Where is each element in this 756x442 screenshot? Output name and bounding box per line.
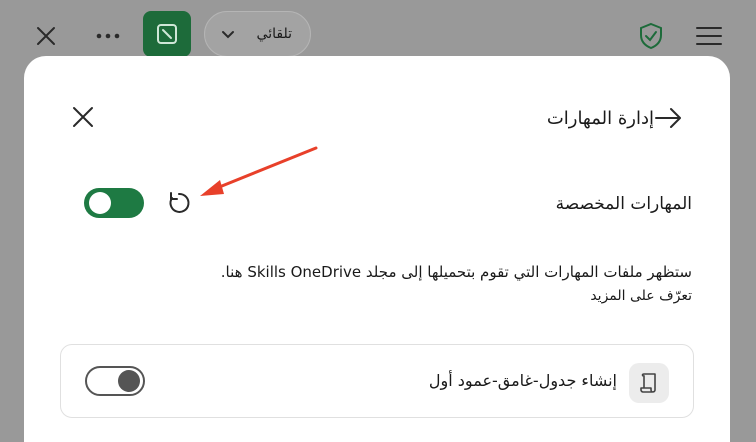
top-bar: تلقائي [0, 0, 756, 60]
skills-panel: إدارة المهارات المهارات المخصصة ستظهر مل… [24, 56, 730, 442]
mode-label: تلقائي [256, 26, 292, 42]
more-options-icon[interactable] [92, 20, 124, 52]
skills-description: ستظهر ملفات المهارات التي تقوم بتحميلها … [220, 263, 692, 281]
panel-title: إدارة المهارات [546, 108, 654, 129]
toggle-knob [89, 192, 111, 214]
edit-button[interactable] [143, 11, 191, 57]
edit-icon [157, 24, 177, 44]
chevron-down-icon [222, 31, 234, 39]
close-icon[interactable] [30, 20, 62, 52]
refresh-icon[interactable] [166, 190, 194, 218]
close-icon[interactable] [70, 104, 98, 132]
custom-skills-label: المهارات المخصصة [555, 194, 692, 214]
skill-label: إنشاء جدول-غامق-عمود أول [428, 371, 617, 390]
shield-check-icon[interactable] [637, 22, 665, 50]
custom-skills-toggle[interactable] [84, 188, 144, 218]
learn-more-link[interactable]: تعرّف على المزيد [590, 288, 692, 304]
annotation-arrow-icon [200, 146, 318, 196]
skill-card: إنشاء جدول-غامق-عمود أول [60, 344, 694, 418]
skill-toggle[interactable] [85, 366, 145, 396]
toggle-knob [118, 370, 140, 392]
mode-dropdown[interactable]: تلقائي [204, 11, 311, 57]
hamburger-icon[interactable] [694, 22, 724, 50]
back-arrow-icon[interactable] [654, 104, 684, 132]
scroll-icon [629, 363, 669, 403]
